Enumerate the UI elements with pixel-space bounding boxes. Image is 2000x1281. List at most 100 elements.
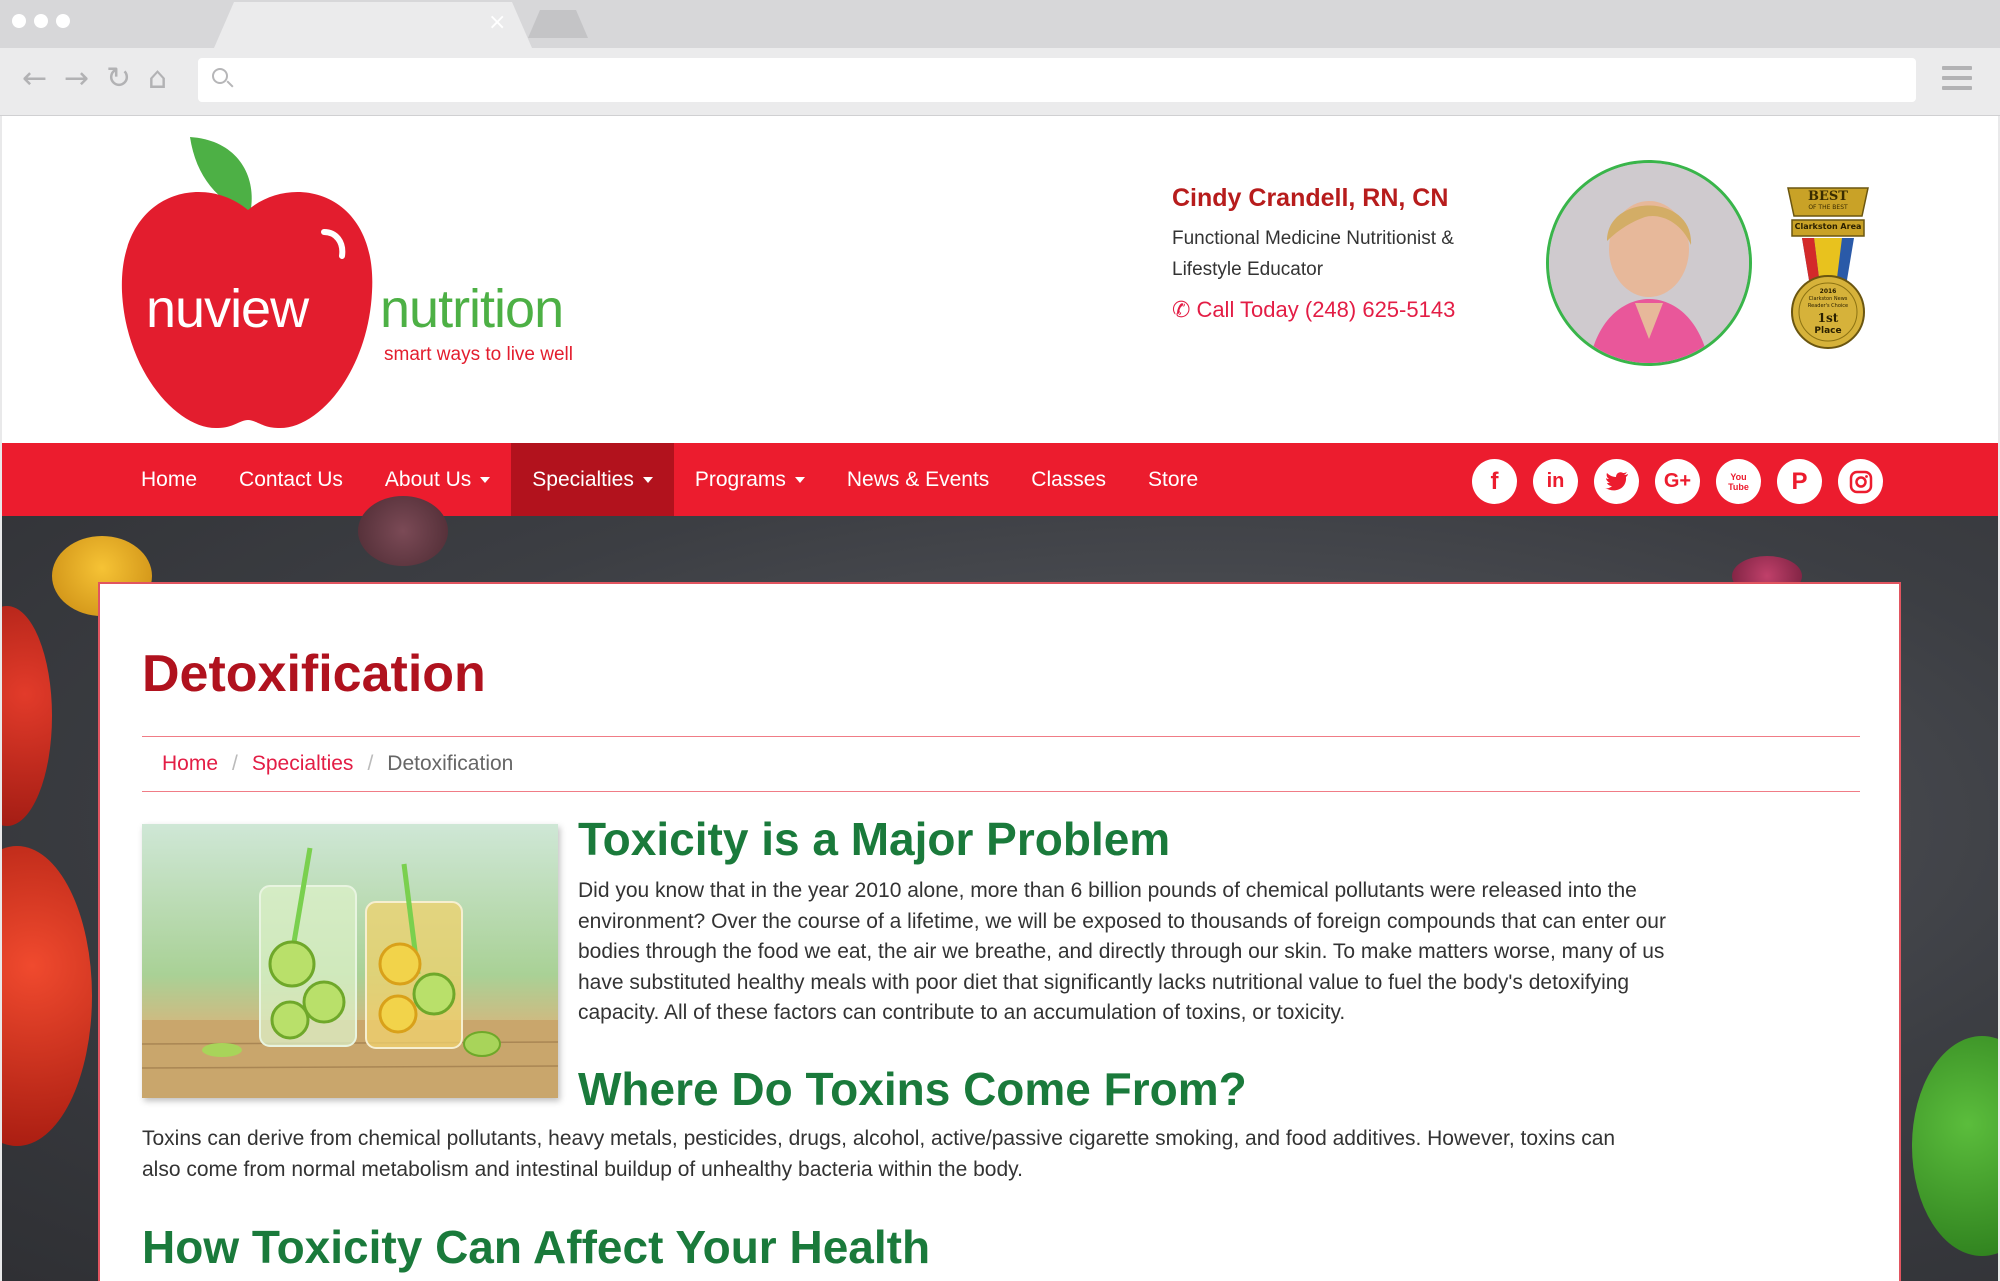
nav-label: Programs (694, 467, 786, 491)
onion-image (358, 496, 448, 566)
detox-water-image (142, 824, 558, 1098)
content-card: Detoxification Home / Specialties / Deto… (98, 582, 1901, 1281)
nav-label: Contact Us (239, 467, 343, 491)
pinterest-icon[interactable]: P (1777, 459, 1822, 504)
nav-label: News & Events (846, 467, 990, 491)
award-place-label: Place (1814, 326, 1842, 336)
section-paragraph-sources: Toxins can derive from chemical pollutan… (142, 1124, 1882, 1185)
forward-arrow-icon[interactable]: → (64, 64, 89, 94)
breadcrumb-specialties-link[interactable]: Specialties (252, 752, 354, 776)
portrait-photo (1549, 163, 1749, 363)
paragraph-line: bodies through the food we eat, the air … (578, 940, 1665, 963)
nav-menu: Home Contact Us About Us Specialties Pro… (120, 443, 1219, 516)
home-icon[interactable]: ⌂ (148, 64, 167, 94)
header-contact: Cindy Crandell, RN, CN Functional Medici… (1172, 184, 1502, 323)
browser-menu-icon[interactable] (1942, 66, 1972, 96)
twitter-bird-shape (1604, 471, 1628, 490)
back-arrow-icon[interactable]: ← (22, 64, 47, 94)
nav-label: Store (1147, 467, 1199, 491)
nav-item-home[interactable]: Home (120, 443, 218, 516)
address-bar[interactable] (198, 58, 1916, 102)
twitter-icon[interactable] (1594, 459, 1639, 504)
linkedin-icon[interactable]: in (1533, 459, 1578, 504)
logo-tagline: smart ways to live well (384, 344, 573, 365)
infused-water-jars-illustration (142, 847, 558, 1098)
site-logo[interactable]: nuview nutrition smart ways to live well (118, 132, 618, 442)
paragraph-line: capacity. All of these factors can contr… (578, 1001, 1346, 1024)
green-pepper-image (1912, 1036, 1998, 1256)
tab-close-icon[interactable]: × (488, 10, 506, 35)
minimize-window-dot[interactable] (34, 14, 48, 28)
browser-toolbar: ← → ↻ ⌂ (0, 48, 2000, 116)
contact-title: Functional Medicine Nutritionist & Lifes… (1172, 223, 1502, 285)
maximize-window-dot[interactable] (56, 14, 70, 28)
paragraph-line: also come from normal metabolism and int… (142, 1157, 1023, 1181)
section-heading-toxicity: Toxicity is a Major Problem (578, 813, 1171, 865)
award-year: 2016 (1819, 288, 1837, 295)
nav-item-programs[interactable]: Programs (674, 443, 826, 516)
caret-down-icon (642, 476, 653, 483)
contact-name: Cindy Crandell, RN, CN (1172, 184, 1449, 212)
facebook-glyph: f (1490, 467, 1499, 495)
contact-title-line1: Functional Medicine Nutritionist & (1172, 228, 1454, 249)
best-of-the-best-award-badge: BEST OF THE BEST Clarkston Area 2016 Cla… (1784, 182, 1872, 352)
phone-link[interactable]: ✆ Call Today (248) 625-5143 (1172, 297, 1502, 323)
breadcrumb-current: Detoxification (387, 752, 514, 775)
nav-item-news-events[interactable]: News & Events (826, 443, 1010, 516)
nav-item-store[interactable]: Store (1127, 443, 1219, 516)
section-paragraph-toxicity: Did you know that in the year 2010 alone… (578, 876, 1868, 1029)
window-controls (12, 14, 70, 28)
browser-tab-active[interactable] (214, 2, 532, 48)
award-place: 1st (1817, 311, 1839, 325)
award-best: BEST (1808, 189, 1848, 204)
close-window-dot[interactable] (12, 14, 26, 28)
facebook-icon[interactable]: f (1472, 459, 1517, 504)
award-medal-line2: Reader's Choice (1807, 303, 1849, 309)
search-icon (212, 68, 228, 84)
nav-item-specialties[interactable]: Specialties (511, 443, 674, 516)
section-heading-sources: Where Do Toxins Come From? (578, 1063, 1247, 1115)
avatar (1546, 160, 1752, 366)
nav-label: About Us (384, 467, 472, 491)
nav-label: Home (141, 467, 198, 491)
award-medal-line1: Clarkston News (1808, 296, 1848, 302)
breadcrumb-separator: / (367, 752, 374, 775)
pinterest-glyph: P (1791, 467, 1808, 495)
youtube-icon[interactable]: You Tube (1716, 459, 1761, 504)
new-tab-button[interactable] (528, 10, 588, 38)
main-navbar: Home Contact Us About Us Specialties Pro… (2, 443, 1998, 516)
reload-icon[interactable]: ↻ (106, 64, 131, 94)
tomato-image (2, 846, 92, 1146)
social-links: f in G+ You Tube P (1472, 459, 1883, 504)
award-ribbon: Clarkston Area (1794, 222, 1862, 231)
paragraph-line: environment? Over the course of a lifeti… (578, 909, 1666, 933)
instagram-icon[interactable] (1838, 459, 1883, 504)
paragraph-line: Did you know that in the year 2010 alone… (578, 879, 1637, 902)
paragraph-line: have substituted healthy meals with poor… (578, 970, 1630, 994)
google-plus-icon[interactable]: G+ (1655, 459, 1700, 504)
phone-icon: ✆ (1172, 297, 1191, 322)
nav-label: Specialties (532, 467, 634, 491)
paragraph-line: Toxins can derive from chemical pollutan… (142, 1127, 1616, 1150)
google-plus-glyph: G+ (1663, 470, 1692, 492)
phone-text: Call Today (248) 625-5143 (1196, 297, 1456, 322)
tomato-image (2, 606, 52, 826)
section-heading-health-effects: How Toxicity Can Affect Your Health (142, 1221, 931, 1273)
browser-tab-strip: × (0, 0, 2000, 48)
logo-text-nuview: nuview (146, 279, 309, 339)
breadcrumb: Home / Specialties / Detoxification (142, 736, 1860, 792)
nav-item-contact-us[interactable]: Contact Us (218, 443, 364, 516)
nav-label: Classes (1031, 467, 1106, 491)
nav-item-classes[interactable]: Classes (1010, 443, 1127, 516)
linkedin-glyph: in (1546, 470, 1565, 492)
caret-down-icon (794, 476, 805, 483)
youtube-glyph: You Tube (1728, 471, 1749, 492)
breadcrumb-separator: / (232, 752, 238, 775)
breadcrumb-home-link[interactable]: Home (162, 752, 218, 776)
logo-text-nutrition: nutrition (380, 279, 564, 339)
instagram-camera-shape (1849, 470, 1872, 493)
award-subtitle: OF THE BEST (1808, 204, 1848, 211)
web-page: nuview nutrition smart ways to live well… (2, 116, 1998, 1281)
caret-down-icon (480, 476, 491, 483)
contact-title-line2: Lifestyle Educator (1172, 259, 1324, 280)
